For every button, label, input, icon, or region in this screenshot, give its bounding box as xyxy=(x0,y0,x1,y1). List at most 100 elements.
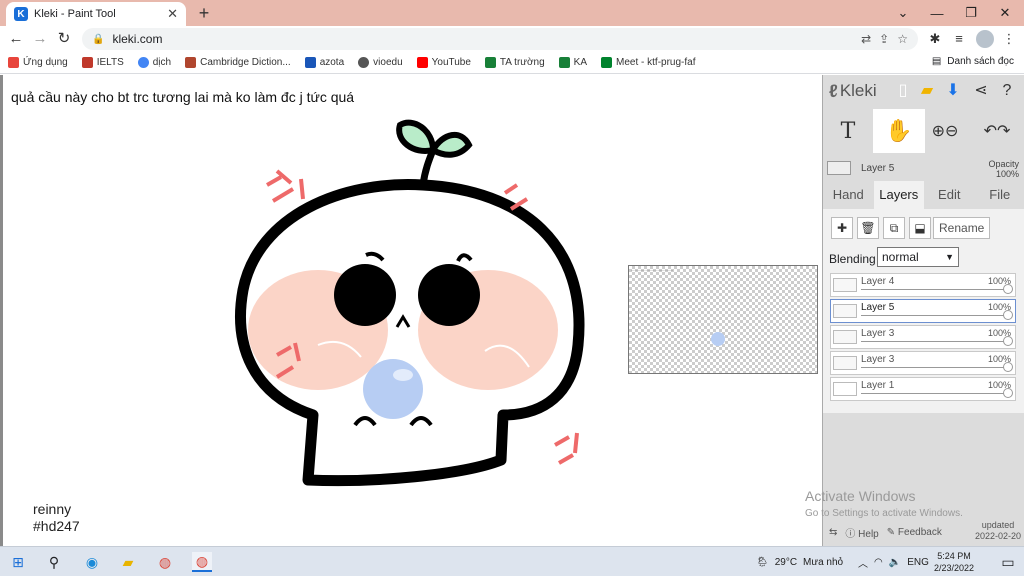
layer-opacity-knob[interactable] xyxy=(1003,388,1013,398)
close-tab-icon[interactable]: ✕ xyxy=(167,6,178,22)
language-indicator[interactable]: ENG xyxy=(907,557,929,568)
extensions-icon[interactable]: ✱ xyxy=(926,30,944,48)
reload-icon[interactable]: ↻ xyxy=(54,29,74,49)
logo-row: ℓ Kleki ▯ ▰ ⬇ ⋖ ? xyxy=(823,75,1024,107)
share-icon[interactable]: ⇪ xyxy=(879,32,889,46)
meet-icon xyxy=(601,57,613,68)
tab-kleki[interactable]: K Kleki - Paint Tool ✕ xyxy=(6,2,186,26)
back-arrow-icon[interactable]: ← xyxy=(6,29,26,49)
bookmark-ka[interactable]: KA xyxy=(558,57,587,68)
help-link[interactable]: ⓘ Help xyxy=(845,525,878,540)
chrome-icon[interactable]: ◍ xyxy=(155,552,175,572)
minimize-button[interactable]: — xyxy=(920,0,954,26)
youtube-icon xyxy=(416,57,428,68)
windows-start-icon[interactable]: ⊞ xyxy=(8,552,28,572)
notification-icon[interactable]: ▭ xyxy=(998,552,1018,572)
tab-search-icon[interactable]: ⌄ xyxy=(886,0,920,26)
opacity-display[interactable]: Opacity 100% xyxy=(988,159,1019,179)
layer-row[interactable]: Layer 3 100% xyxy=(830,325,1016,349)
bookmark-cambridge[interactable]: Cambridge Diction... xyxy=(185,57,291,68)
bookmark-youtube[interactable]: YouTube xyxy=(416,57,471,68)
layer-thumb xyxy=(833,330,857,344)
layer-thumb xyxy=(833,356,857,370)
kleki-logo[interactable]: ℓ Kleki xyxy=(829,81,877,102)
tab-file[interactable]: File xyxy=(975,181,1024,209)
undo-redo-icon[interactable]: ↶↷ xyxy=(975,109,1019,153)
layer-opacity-knob[interactable] xyxy=(1003,310,1013,320)
rename-button[interactable]: Rename xyxy=(933,217,991,239)
current-layer-name: Layer 5 xyxy=(861,162,895,174)
file-explorer-icon[interactable]: ▰ xyxy=(118,552,138,572)
wifi-icon[interactable]: ◠ xyxy=(874,557,883,568)
close-window-button[interactable]: ✕ xyxy=(988,0,1022,26)
address-bar[interactable]: 🔒 kleki.com ⇄ ⇪ ☆ xyxy=(82,28,918,50)
meet-icon xyxy=(484,57,496,68)
clock[interactable]: 5:24 PM 2/23/2022 xyxy=(934,550,974,574)
bookmark-meet[interactable]: Meet - ktf-prug-faf xyxy=(601,57,695,68)
right-eyebrow xyxy=(456,253,473,262)
tab-layers[interactable]: Layers xyxy=(873,181,924,209)
minimap-bubble xyxy=(711,332,725,346)
bookmark-star-icon[interactable]: ☆ xyxy=(897,32,908,46)
volume-icon[interactable]: 🔈 xyxy=(889,557,901,568)
layer-opacity-slider[interactable] xyxy=(861,367,1009,368)
translate-icon[interactable]: ⇄ xyxy=(861,32,871,46)
blending-select[interactable]: normal ▼ xyxy=(877,247,959,267)
swap-panel-icon[interactable]: ⇆ xyxy=(829,527,837,538)
text-tool-icon[interactable]: T xyxy=(823,109,873,153)
layer-opacity-slider[interactable] xyxy=(861,289,1009,290)
weather-widget[interactable]: 🌦 29°C Mưa nhỏ xyxy=(756,547,843,576)
hand-tool-icon[interactable]: ✋ xyxy=(873,109,925,153)
activate-windows-watermark: Activate Windows Go to Settings to activ… xyxy=(805,488,963,520)
search-icon[interactable]: ⚲ xyxy=(44,552,64,572)
tab-edit[interactable]: Edit xyxy=(924,181,975,209)
signature-tag: #hd247 xyxy=(33,518,80,534)
add-layer-icon[interactable]: ✚ xyxy=(831,217,853,239)
tab-hand[interactable]: Hand xyxy=(823,181,874,209)
help-circle-icon[interactable]: ? xyxy=(997,81,1017,101)
merge-layer-icon[interactable]: ⬓ xyxy=(909,217,931,239)
share-icon[interactable]: ⋖ xyxy=(971,81,991,101)
reading-list[interactable]: ▤ Danh sách đọc xyxy=(932,56,1014,67)
menu-icon[interactable]: ⋮ xyxy=(1000,30,1018,48)
bookmark-vioedu[interactable]: vioedu xyxy=(358,57,403,68)
bookmark-apps[interactable]: Ứng dụng xyxy=(8,57,68,68)
drawing-canvas[interactable]: quả cầu này cho bt trc tương lai mà ko l… xyxy=(0,75,822,546)
open-folder-icon[interactable]: ▰ xyxy=(917,81,937,101)
layer-row[interactable]: Layer 1 100% xyxy=(830,377,1016,401)
chrome-active-icon[interactable]: ◍ xyxy=(192,552,212,572)
delete-layer-icon[interactable]: 🗑 xyxy=(857,217,879,239)
edge-icon[interactable]: ◉ xyxy=(82,552,102,572)
panel-footer: ⇆ ⓘ Help ✎ Feedback updated 2022-02-20 xyxy=(823,519,1024,546)
layer-row[interactable]: Layer 5 100% xyxy=(830,299,1016,323)
download-icon[interactable]: ⬇ xyxy=(943,81,963,101)
layer-row[interactable]: Layer 4 100% xyxy=(830,273,1016,297)
layer-opacity-slider[interactable] xyxy=(861,315,1009,316)
bookmark-ielts[interactable]: IELTS xyxy=(81,57,124,68)
duplicate-layer-icon[interactable]: ⧉ xyxy=(883,217,905,239)
media-icon[interactable]: ≡ xyxy=(950,30,968,48)
chevron-up-icon[interactable]: ︿ xyxy=(858,555,868,570)
tab-title: Kleki - Paint Tool xyxy=(34,8,116,20)
canvas-caption: quả cầu này cho bt trc tương lai mà ko l… xyxy=(11,89,355,105)
bookmark-ta-truong[interactable]: TA trường xyxy=(484,57,545,68)
bookmark-dich[interactable]: dịch xyxy=(137,57,171,68)
layer-opacity-knob[interactable] xyxy=(1003,362,1013,372)
feedback-link[interactable]: ✎ Feedback xyxy=(887,527,942,538)
meet-icon xyxy=(558,57,570,68)
restore-button[interactable]: ❐ xyxy=(954,0,988,26)
zoom-in-out-icon[interactable]: ⊕⊖ xyxy=(927,109,963,153)
layer-opacity-knob[interactable] xyxy=(1003,284,1013,294)
layer-opacity-knob[interactable] xyxy=(1003,336,1013,346)
layer-opacity-slider[interactable] xyxy=(861,341,1009,342)
layer-opacity-slider[interactable] xyxy=(861,393,1009,394)
forward-arrow-icon[interactable]: → xyxy=(30,29,50,49)
navigator-minimap[interactable]: ...................................... xyxy=(628,265,818,374)
url-text: kleki.com xyxy=(112,32,163,46)
bookmark-azota[interactable]: azota xyxy=(304,57,344,68)
new-image-icon[interactable]: ▯ xyxy=(893,81,913,101)
skull-drawing xyxy=(235,119,585,487)
new-tab-button[interactable]: + xyxy=(194,3,214,23)
profile-avatar[interactable] xyxy=(976,30,994,48)
layer-row[interactable]: Layer 3 100% xyxy=(830,351,1016,375)
